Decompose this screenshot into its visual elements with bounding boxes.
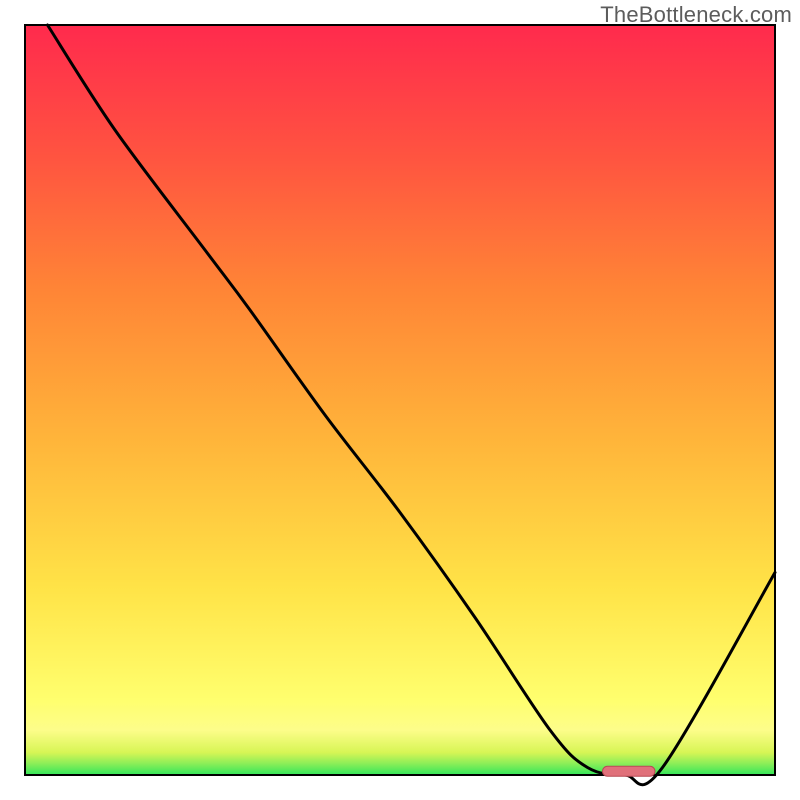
bottleneck-chart: TheBottleneck.com <box>0 0 800 800</box>
chart-svg <box>0 0 800 800</box>
watermark-text: TheBottleneck.com <box>600 2 792 28</box>
optimal-marker <box>603 766 656 776</box>
plot-background <box>25 25 775 775</box>
